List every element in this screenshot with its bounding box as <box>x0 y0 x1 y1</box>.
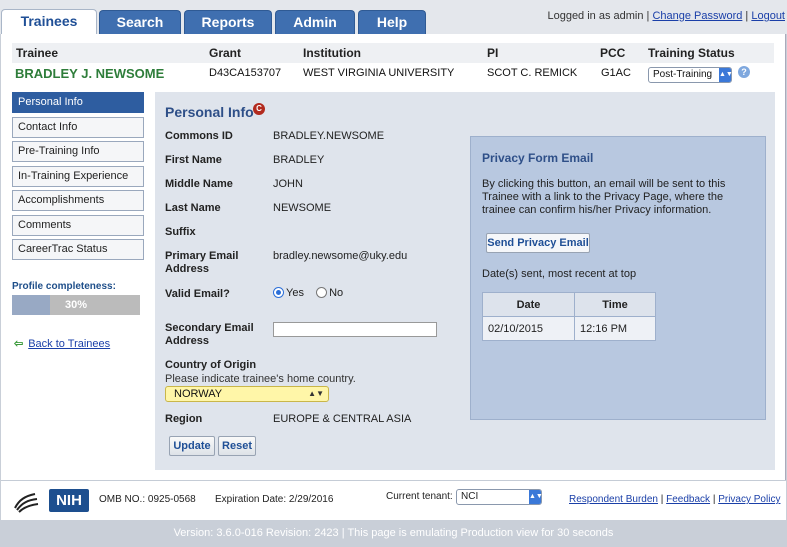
send-privacy-email-button[interactable]: Send Privacy Email <box>486 233 590 253</box>
header-label-institution: Institution <box>303 46 361 60</box>
header-label-training-status: Training Status <box>648 46 735 60</box>
secondary-email-input[interactable] <box>273 322 437 337</box>
section-title: Personal Info <box>165 104 254 120</box>
update-button[interactable]: Update <box>169 436 215 456</box>
middle-name-value: JOHN <box>273 178 303 190</box>
region-label: Region <box>165 413 203 425</box>
chevron-updown-icon: ▲▼ <box>529 490 543 504</box>
country-hint: Please indicate trainee's home country. <box>165 373 356 385</box>
help-icon[interactable]: ? <box>738 66 750 78</box>
pcc-value: G1AC <box>601 67 631 79</box>
profile-completeness-bar: 30% <box>12 295 140 315</box>
valid-email-label: Valid Email? <box>165 288 230 300</box>
trainee-name: BRADLEY J. NEWSOME <box>15 66 165 81</box>
privacy-form-panel: Privacy Form Email By clicking this butt… <box>470 136 766 420</box>
privacy-policy-link[interactable]: Privacy Policy <box>718 494 780 505</box>
profile-completeness-label: Profile completeness: <box>12 281 116 292</box>
sidebar-item-personal-info[interactable]: Personal Info <box>12 92 144 113</box>
dates-sent-table: Date Time 02/10/2015 12:16 PM <box>482 292 656 341</box>
trainee-header-values: BRADLEY J. NEWSOME D43CA153707 WEST VIRG… <box>12 63 774 85</box>
dates-sent-label: Date(s) sent, most recent at top <box>482 268 637 280</box>
pi-value: SCOT C. REMICK <box>487 67 578 79</box>
back-to-trainees-label: Back to Trainees <box>28 338 111 350</box>
version-text: Version: 3.6.0-016 Revision: 2423 | This… <box>173 527 614 539</box>
valid-email-yes-radio[interactable] <box>273 287 284 298</box>
tab-admin[interactable]: Admin <box>275 10 355 34</box>
commons-icon: C <box>253 103 265 115</box>
sidebar-item-contact-info[interactable]: Contact Info <box>12 116 144 138</box>
header-label-pcc: PCC <box>600 46 626 60</box>
header-label-trainee: Trainee <box>16 46 59 60</box>
commons-id-label: Commons ID <box>165 130 233 142</box>
institution-value: WEST VIRGINIA UNIVERSITY <box>303 67 455 79</box>
last-name-value: NEWSOME <box>273 202 332 214</box>
valid-email-no-radio[interactable] <box>316 287 328 298</box>
commons-id-value: BRADLEY.NEWSOME <box>273 130 385 142</box>
last-name-label: Last Name <box>165 202 221 214</box>
reset-button[interactable]: Reset <box>218 436 256 456</box>
chevron-updown-icon: ▲▼ <box>308 389 324 398</box>
current-tenant-select[interactable]: NCI ▲▼ <box>456 489 543 505</box>
current-tenant-label: Current tenant: <box>386 491 453 502</box>
valid-email-no-label: No <box>329 287 344 299</box>
grant-value: D43CA153707 <box>209 67 282 79</box>
time-cell: 12:16 PM <box>574 316 656 341</box>
country-of-origin-select[interactable]: NORWAY ▲▼ <box>165 386 329 402</box>
training-status-select[interactable]: Post-Training ▲▼ <box>648 67 733 83</box>
hhs-eagle-logo-icon <box>14 493 39 513</box>
logout-link[interactable]: Logout <box>751 10 785 22</box>
secondary-email-label: Secondary Email Address <box>165 322 254 347</box>
footer: NIH OMB NO.: 0925-0568 Expiration Date: … <box>1 480 786 520</box>
sidebar-item-careertrac-status[interactable]: CareerTrac Status <box>12 239 144 260</box>
tab-search[interactable]: Search <box>99 10 181 34</box>
date-column-header: Date <box>482 292 575 317</box>
training-status-value: Post-Training <box>653 69 713 80</box>
valid-email-radios: Yes No <box>273 287 343 299</box>
logged-in-text: Logged in as admin <box>547 10 644 22</box>
country-of-origin-value: NORWAY <box>174 388 223 400</box>
nih-logo: NIH <box>49 489 89 512</box>
region-value: EUROPE & CENTRAL ASIA <box>273 413 412 425</box>
current-tenant-value: NCI <box>461 491 479 502</box>
first-name-label: First Name <box>165 154 222 166</box>
privacy-description: By clicking this button, an email will b… <box>482 178 726 216</box>
back-arrow-icon: ⇦ <box>14 338 24 350</box>
feedback-link[interactable]: Feedback <box>666 494 710 505</box>
middle-name-label: Middle Name <box>165 178 233 190</box>
omb-number: OMB NO.: 0925-0568 <box>99 494 196 505</box>
respondent-burden-link[interactable]: Respondent Burden <box>569 494 658 505</box>
primary-email-value: bradley.newsome@uky.edu <box>273 250 408 262</box>
personal-info-section: Personal Info C Commons ID BRADLEY.NEWSO… <box>155 92 775 470</box>
valid-email-yes-label: Yes <box>286 287 304 299</box>
table-row: 02/10/2015 12:16 PM <box>482 316 656 341</box>
country-of-origin-label: Country of Origin <box>165 359 257 371</box>
chevron-updown-icon: ▲▼ <box>719 68 733 82</box>
sidebar-item-pre-training-info[interactable]: Pre-Training Info <box>12 141 144 162</box>
back-to-trainees-link[interactable]: ⇦ Back to Trainees <box>14 337 110 350</box>
tab-help[interactable]: Help <box>358 10 426 34</box>
sidebar-item-accomplishments[interactable]: Accomplishments <box>12 190 144 211</box>
header-label-grant: Grant <box>209 46 242 60</box>
time-column-header: Time <box>574 292 656 317</box>
header-label-pi: PI <box>487 46 499 60</box>
footer-links: Respondent Burden | Feedback | Privacy P… <box>569 494 781 505</box>
profile-completeness-value: 30% <box>64 299 88 311</box>
suffix-label: Suffix <box>165 226 196 238</box>
sidebar-item-in-training-experience[interactable]: In-Training Experience <box>12 165 144 187</box>
privacy-title: Privacy Form Email <box>482 151 594 165</box>
sidebar-item-comments[interactable]: Comments <box>12 214 144 236</box>
primary-email-label: Primary Email Address <box>165 250 239 275</box>
tab-reports[interactable]: Reports <box>184 10 272 34</box>
date-cell: 02/10/2015 <box>482 316 575 341</box>
first-name-value: BRADLEY <box>273 154 325 166</box>
expiration-date: Expiration Date: 2/29/2016 <box>215 494 334 505</box>
change-password-link[interactable]: Change Password <box>652 10 742 22</box>
tab-trainees[interactable]: Trainees <box>1 9 97 35</box>
trainee-header-labels: Trainee Grant Institution PI PCC Trainin… <box>12 43 774 63</box>
user-bar: Logged in as admin | Change Password | L… <box>547 10 785 22</box>
sidebar-nav: Personal Info Contact Info Pre-Training … <box>12 92 144 264</box>
